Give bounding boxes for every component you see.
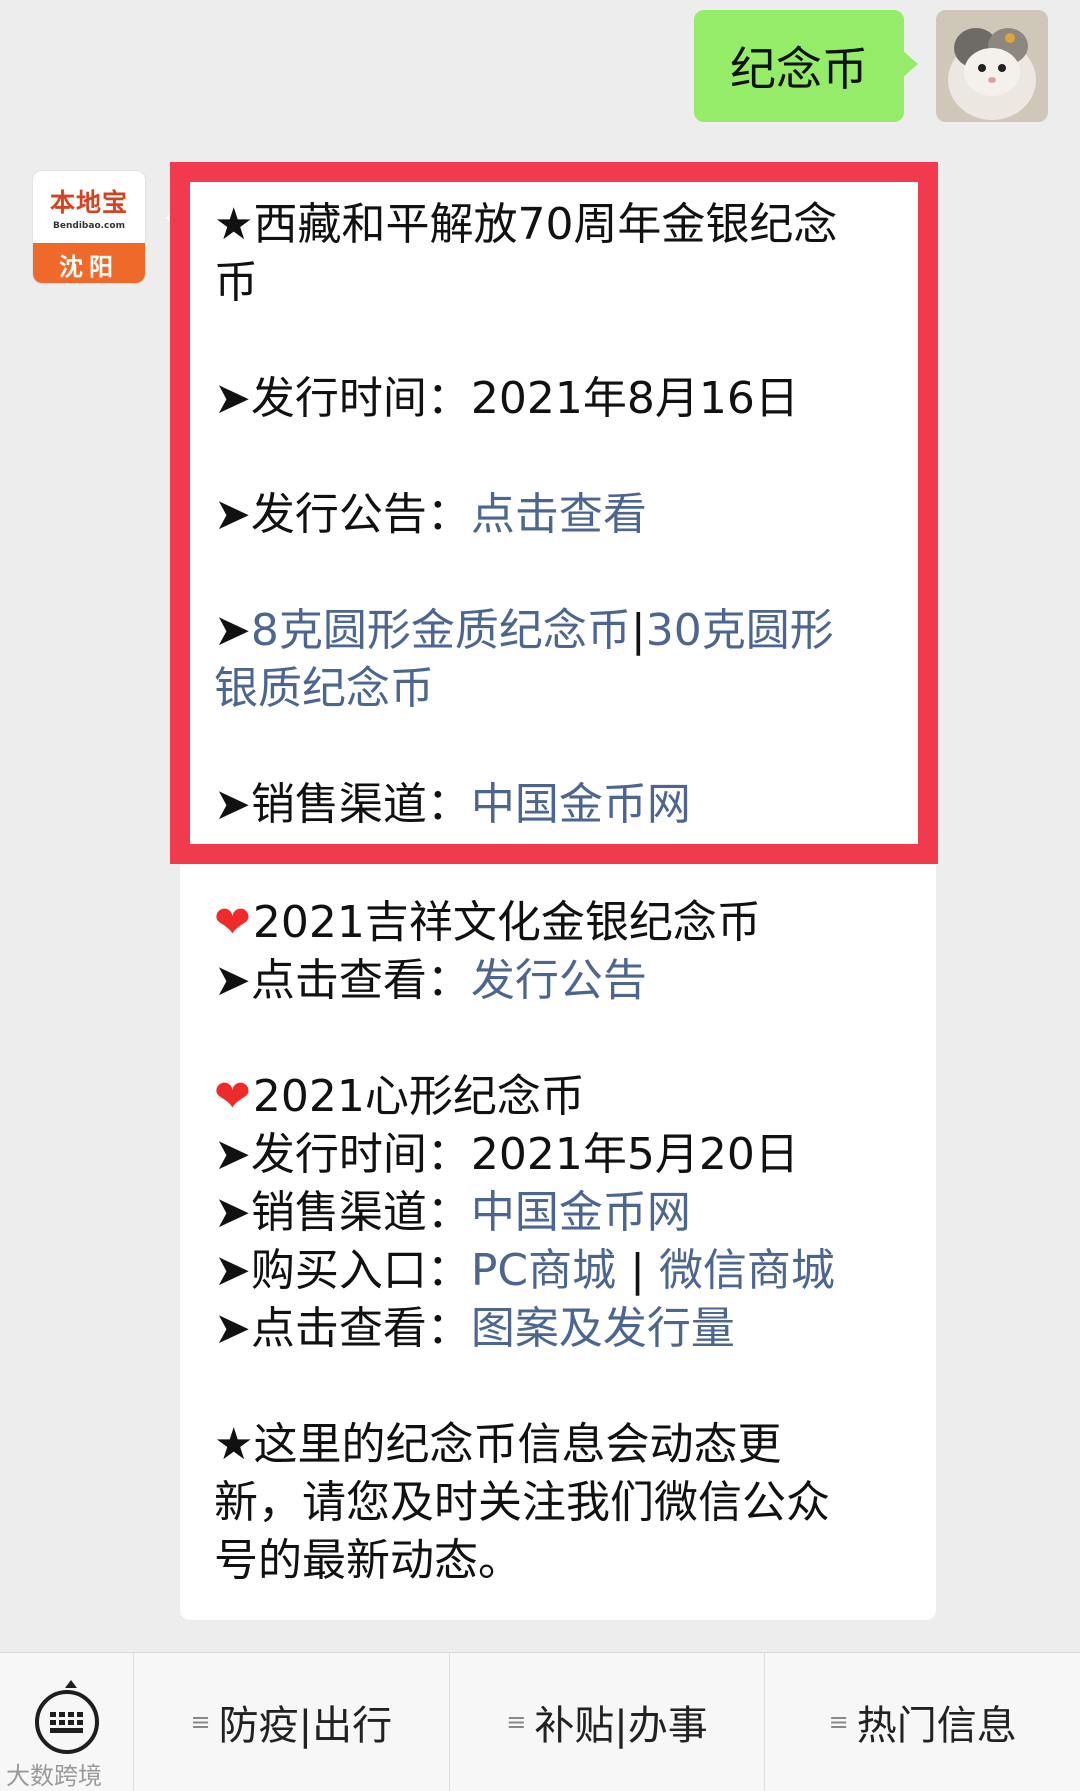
- heart-icon: ❤: [214, 897, 251, 948]
- issue-date-label: ➤发行时间：: [214, 373, 471, 424]
- menu-item-label: 补贴|办事: [534, 1703, 708, 1749]
- lucky-view-label: ➤点击查看：: [214, 955, 471, 1006]
- channel-line: ➤销售渠道：中国金币网: [214, 776, 691, 834]
- bendibao-logo: 本地宝 Bendibao.com: [33, 171, 145, 243]
- heart-channel-line: ➤销售渠道：中国金币网: [214, 1184, 691, 1242]
- user-message-text: 纪念币: [730, 42, 868, 96]
- heart-channel-link[interactable]: 中国金币网: [471, 1187, 691, 1238]
- heart-view-label: ➤点击查看：: [214, 1303, 471, 1354]
- user-message-bubble[interactable]: 纪念币: [694, 10, 918, 122]
- lucky-view-line: ➤点击查看：发行公告: [214, 952, 647, 1010]
- official-account-menu: ≡ 防疫|出行 ≡ 补贴|办事 ≡ 热门信息: [0, 1652, 1080, 1791]
- menu-item-epidemic-travel[interactable]: ≡ 防疫|出行: [134, 1653, 450, 1791]
- tibet-coin-title-cont: 币: [214, 257, 258, 308]
- lucky-view-link[interactable]: 发行公告: [471, 955, 647, 1006]
- keyboard-icon: [34, 1680, 99, 1754]
- heart-icon: ❤: [214, 1071, 251, 1122]
- lucky-coin-title: 2021吉祥文化金银纪念币: [252, 897, 761, 948]
- lucky-coin-title-line: ❤2021吉祥文化金银纪念币: [214, 894, 761, 952]
- heart-buy-label: ➤购买入口：: [214, 1245, 471, 1296]
- heart-coin-title: 2021心形纪念币: [252, 1071, 585, 1122]
- issue-date-value: 2021年8月16日: [470, 373, 799, 424]
- silver-coin-link-cont[interactable]: 银质纪念币: [214, 660, 434, 718]
- notice-label: ➤发行公告：: [214, 489, 471, 540]
- user-avatar[interactable]: [936, 10, 1048, 122]
- issue-date-line: ➤发行时间：2021年8月16日: [214, 370, 799, 428]
- heart-date-line: ➤发行时间：2021年5月20日: [214, 1126, 799, 1184]
- menu-item-hot-info[interactable]: ≡ 热门信息: [765, 1653, 1080, 1791]
- notice-link[interactable]: 点击查看: [471, 489, 647, 540]
- bendibao-city: 沈阳: [33, 243, 145, 283]
- menu-list-icon: ≡: [506, 1708, 527, 1736]
- menu-list-icon: ≡: [828, 1708, 849, 1736]
- menu-list-icon: ≡: [190, 1708, 211, 1736]
- heart-coin-title-line: ❤2021心形纪念币: [214, 1068, 585, 1126]
- bendibao-domain: Bendibao.com: [53, 221, 125, 231]
- menu-item-subsidy-affairs[interactable]: ≡ 补贴|办事: [450, 1653, 766, 1791]
- footer-note-line1: ★这里的纪念币信息会动态更: [214, 1419, 782, 1470]
- coin-separator: |: [630, 605, 646, 656]
- heart-date-label: ➤发行时间：: [214, 1129, 471, 1180]
- pc-store-link[interactable]: PC商城: [471, 1245, 616, 1296]
- heart-view-line: ➤点击查看：图案及发行量: [214, 1300, 735, 1358]
- wechat-store-link[interactable]: 微信商城: [659, 1245, 835, 1296]
- menu-item-label: 热门信息: [856, 1703, 1017, 1749]
- heart-channel-label: ➤销售渠道：: [214, 1187, 471, 1238]
- buy-separator: |: [616, 1245, 659, 1296]
- heart-date-value: 2021年5月20日: [470, 1129, 799, 1180]
- menu-item-label: 防疫|出行: [218, 1703, 393, 1749]
- footer-note-line2: 新，请您及时关注我们微信公众: [214, 1477, 830, 1528]
- heart-view-link[interactable]: 图案及发行量: [471, 1303, 735, 1354]
- watermark-text: 大数跨境: [6, 1762, 102, 1790]
- user-message-row: 纪念币: [694, 10, 1048, 122]
- footer-note-line3: 号的最新动态。: [214, 1535, 522, 1586]
- coin-arrow: ➤: [214, 605, 251, 656]
- channel-label: ➤销售渠道：: [214, 779, 471, 830]
- bendibao-brand: 本地宝: [49, 188, 128, 217]
- notice-line: ➤发行公告：点击查看: [214, 486, 647, 544]
- gold-coin-link[interactable]: 8克圆形金质纪念币: [251, 605, 631, 656]
- cat-avatar-image: [936, 10, 1048, 122]
- tibet-coin-title: ★西藏和平解放70周年金银纪念: [214, 199, 838, 250]
- channel-link[interactable]: 中国金币网: [471, 779, 691, 830]
- bendibao-avatar[interactable]: 本地宝 Bendibao.com 沈阳: [32, 170, 146, 284]
- coin-links-line: ➤8克圆形金质纪念币|30克圆形: [214, 602, 834, 660]
- heart-buy-line: ➤购买入口：PC商城 | 微信商城: [214, 1242, 835, 1300]
- silver-coin-link[interactable]: 30克圆形: [646, 605, 834, 656]
